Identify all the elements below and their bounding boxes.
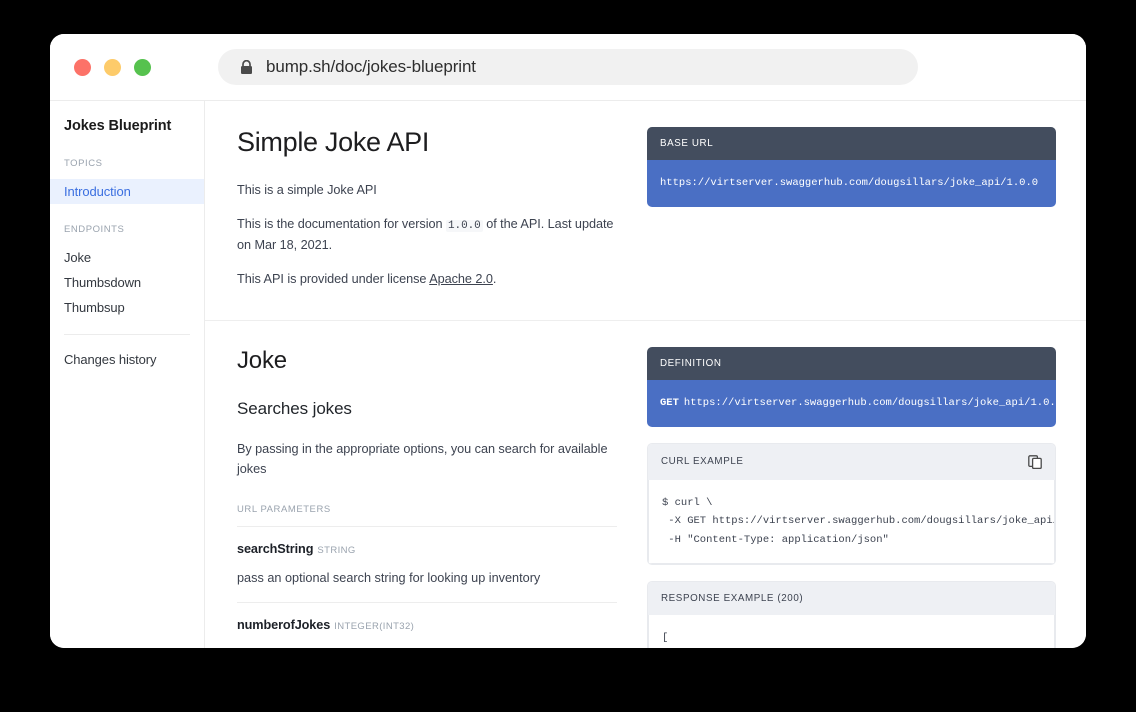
- url-text: bump.sh/doc/jokes-blueprint: [266, 57, 476, 77]
- joke-text-column: Joke Searches jokes By passing in the ap…: [237, 347, 647, 648]
- intro-paragraph-3: This API is provided under license Apach…: [237, 269, 617, 290]
- introduction-text-column: Simple Joke API This is a simple Joke AP…: [237, 127, 647, 290]
- response-example-panel: Response example (200) [ { "id": "ce0b9f…: [647, 581, 1056, 648]
- parameter-type: string: [317, 545, 355, 556]
- definition-panel: Definition GET https://virtserver.swagger…: [647, 347, 1056, 427]
- intro-paragraph-1: This is a simple Joke API: [237, 180, 617, 201]
- introduction-section: Simple Joke API This is a simple Joke AP…: [205, 101, 1086, 320]
- parameter-name: numberofJokes: [237, 618, 330, 632]
- license-suffix: .: [493, 272, 496, 286]
- response-body: [ { "id": "ce0b9fbe-7ad8-11eb-9439-0242a…: [648, 615, 1055, 648]
- base-url-panel-heading: Base URL: [647, 127, 1056, 160]
- browser-titlebar: bump.sh/doc/jokes-blueprint: [50, 34, 1086, 100]
- response-panel-heading: Response example (200): [648, 582, 1055, 615]
- url-parameters-label: URL parameters: [237, 504, 617, 527]
- sidebar-item-changes-history[interactable]: Changes history: [50, 347, 204, 372]
- parameter-description: number of jokes to return: [237, 645, 617, 648]
- license-prefix: This API is provided under license: [237, 272, 429, 286]
- intro-version-code: 1.0.0: [446, 220, 483, 232]
- address-bar[interactable]: bump.sh/doc/jokes-blueprint: [218, 49, 918, 85]
- curl-panel-heading-row: Curl example: [648, 444, 1055, 480]
- maximize-window-button[interactable]: [134, 59, 151, 76]
- base-url-panel: Base URL https://virtserver.swaggerhub.c…: [647, 127, 1056, 207]
- parameter-header: numberofJokes integer(int32): [237, 616, 617, 634]
- joke-section: Joke Searches jokes By passing in the ap…: [205, 320, 1086, 648]
- license-link[interactable]: Apache 2.0: [429, 272, 493, 286]
- copy-icon[interactable]: [1028, 455, 1042, 469]
- operation-description: By passing in the appropriate options, y…: [237, 439, 617, 480]
- close-window-button[interactable]: [74, 59, 91, 76]
- endpoint-title: Joke: [237, 347, 617, 375]
- sidebar-item-thumbsup[interactable]: Thumbsup: [50, 295, 204, 320]
- parameter-row: numberofJokes integer(int32) number of jo…: [237, 603, 617, 648]
- definition-value: GET https://virtserver.swaggerhub.com/dou…: [647, 380, 1056, 427]
- joke-panel-column: Definition GET https://virtserver.swagger…: [647, 347, 1056, 648]
- parameter-header: searchString string: [237, 540, 617, 558]
- operation-title: Searches jokes: [237, 399, 617, 419]
- parameter-row: searchString string pass an optional sear…: [237, 527, 617, 603]
- definition-panel-heading: Definition: [647, 347, 1056, 380]
- sidebar-brand: Jokes Blueprint: [50, 118, 204, 134]
- sidebar-item-thumbsdown[interactable]: Thumbsdown: [50, 270, 204, 295]
- minimize-window-button[interactable]: [104, 59, 121, 76]
- page-viewport: Jokes Blueprint Topics Introduction Endp…: [50, 100, 1086, 648]
- introduction-panel-column: Base URL https://virtserver.swaggerhub.c…: [647, 127, 1056, 290]
- intro-paragraph-2: This is the documentation for version 1.…: [237, 214, 617, 256]
- http-method: GET: [660, 397, 679, 409]
- sidebar-group-topics-label: Topics: [50, 158, 204, 169]
- base-url-value: https://virtserver.swaggerhub.com/dougsi…: [647, 160, 1056, 207]
- page-title: Simple Joke API: [237, 127, 617, 158]
- sidebar-divider: [64, 334, 190, 335]
- parameter-description: pass an optional search string for looki…: [237, 569, 617, 588]
- sidebar: Jokes Blueprint Topics Introduction Endp…: [50, 101, 205, 648]
- sidebar-item-joke[interactable]: Joke: [50, 245, 204, 270]
- main-content: Simple Joke API This is a simple Joke AP…: [205, 101, 1086, 648]
- curl-panel-heading: Curl example: [661, 456, 744, 467]
- parameter-name: searchString: [237, 542, 313, 556]
- lock-icon: [240, 60, 253, 75]
- parameter-type: integer(int32): [334, 621, 414, 632]
- definition-url: https://virtserver.swaggerhub.com/dougsi…: [684, 397, 1056, 409]
- browser-window: bump.sh/doc/jokes-blueprint Jokes Bluepr…: [50, 34, 1086, 648]
- sidebar-item-introduction[interactable]: Introduction: [50, 179, 204, 204]
- sidebar-group-endpoints-label: Endpoints: [50, 224, 204, 235]
- curl-command: $ curl \ -X GET https://virtserver.swagg…: [648, 480, 1055, 564]
- intro-version-prefix: This is the documentation for version: [237, 217, 446, 231]
- curl-example-panel: Curl example $ curl \ -X GET https://vir…: [647, 443, 1056, 565]
- traffic-lights: [74, 59, 151, 76]
